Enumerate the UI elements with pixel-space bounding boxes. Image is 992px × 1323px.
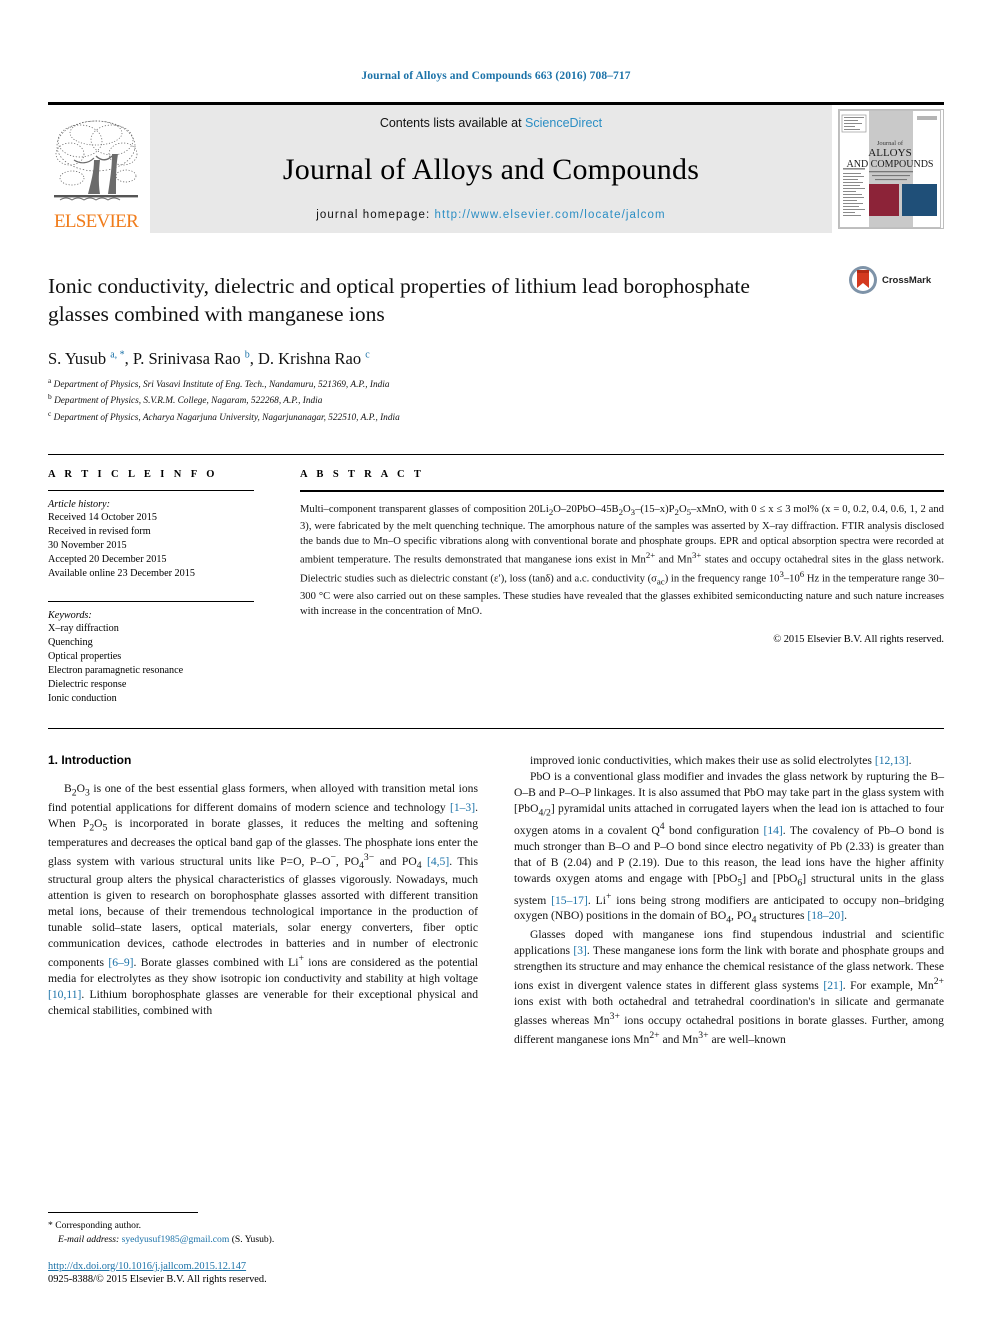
keywords-block: Keywords: X–ray diffraction Quenching Op… <box>48 600 254 706</box>
keyword-item: X–ray diffraction <box>48 622 119 634</box>
title-block: Ionic conductivity, dielectric and optic… <box>48 266 944 426</box>
info-divider <box>48 489 254 491</box>
elsevier-logo: ELSEVIER <box>48 105 144 233</box>
contents-prefix: Contents lists available at <box>379 116 526 130</box>
crossmark-badge[interactable]: CrossMark <box>848 265 944 295</box>
paragraph: B2O3 is one of the best essential glass … <box>48 782 479 1017</box>
affiliation-text: Department of Physics, Acharya Nagarjuna… <box>53 413 400 424</box>
keyword-item: Quenching <box>48 637 93 649</box>
affiliation-text: Department of Physics, S.V.R.M. College,… <box>54 396 323 407</box>
article-info-column: A R T I C L E I N F O Article history: R… <box>48 469 254 707</box>
article-info-heading: A R T I C L E I N F O <box>48 468 218 480</box>
running-head: Journal of Alloys and Compounds 663 (201… <box>361 70 631 82</box>
abstract-column: A B S T R A C T Multi–component transpar… <box>254 469 944 707</box>
crossmark-label: CrossMark <box>882 274 932 286</box>
article-history-label: Article history: <box>48 498 110 510</box>
author-list: S. Yusub a, *, P. Srinivasa Rao b, D. Kr… <box>48 348 370 368</box>
svg-text:ALLOYS: ALLOYS <box>868 147 911 159</box>
history-item: Received in revised form <box>48 525 151 537</box>
homepage-link[interactable]: http://www.elsevier.com/locate/jalcom <box>435 209 666 221</box>
crossmark-icon <box>849 266 877 294</box>
abstract-text: Multi–component transparent glasses of c… <box>300 503 945 618</box>
email-line: E-mail address: syedyusuf1985@gmail.com … <box>48 1233 468 1247</box>
keywords-divider <box>48 600 254 602</box>
section-heading-introduction: 1. Introduction <box>48 753 132 768</box>
affiliation-item: b Department of Physics, S.V.R.M. Colleg… <box>48 392 944 409</box>
doi-link[interactable]: http://dx.doi.org/10.1016/j.jallcom.2015… <box>48 1261 468 1272</box>
keyword-item: Electron paramagnetic resonance <box>48 665 184 677</box>
affiliation-text: Department of Physics, Sri Vasavi Instit… <box>53 379 390 390</box>
affiliation-item: c Department of Physics, Acharya Nagarju… <box>48 409 944 426</box>
history-item: Accepted 20 December 2015 <box>48 553 167 565</box>
keyword-item: Ionic conduction <box>48 693 117 705</box>
corresponding-marker: * <box>48 1220 53 1232</box>
body-columns: 1. Introduction B2O3 is one of the best … <box>48 753 944 1047</box>
email-label: E-mail address: <box>58 1234 120 1246</box>
corresponding-author-line: * Corresponding author. <box>48 1219 468 1233</box>
doi-block: http://dx.doi.org/10.1016/j.jallcom.2015… <box>48 1261 468 1285</box>
issn-copyright-line: 0925-8388/© 2015 Elsevier B.V. All right… <box>48 1274 267 1285</box>
keywords-list: X–ray diffraction Quenching Optical prop… <box>48 622 254 706</box>
article-history-list: Received 14 October 2015 Received in rev… <box>48 511 254 581</box>
paragraph: Glasses doped with manganese ions find s… <box>514 928 944 1046</box>
affiliation-list: a Department of Physics, Sri Vasavi Inst… <box>48 376 944 426</box>
cover-art-icon: Journal of ALLOYS AND COMPOUNDS <box>839 110 941 228</box>
abstract-heading: A B S T R A C T <box>300 468 425 480</box>
journal-homepage-line: journal homepage: http://www.elsevier.co… <box>316 209 665 221</box>
email-link[interactable]: syedyusuf1985@gmail.com <box>122 1234 230 1245</box>
masthead-center: Contents lists available at ScienceDirec… <box>150 105 832 233</box>
history-item: Received 14 October 2015 <box>48 511 157 523</box>
homepage-prefix: journal homepage: <box>316 209 435 221</box>
article-title: Ionic conductivity, dielectric and optic… <box>48 274 750 326</box>
page-footnote: * Corresponding author. E-mail address: … <box>48 1212 468 1285</box>
abstract-divider <box>300 489 944 492</box>
info-abstract-section: A R T I C L E I N F O Article history: R… <box>48 453 944 707</box>
affiliation-item: a Department of Physics, Sri Vasavi Inst… <box>48 376 944 393</box>
svg-text:Journal of: Journal of <box>877 140 904 147</box>
contents-lists-line: Contents lists available at ScienceDirec… <box>380 116 602 130</box>
email-suffix: (S. Yusub). <box>231 1234 275 1246</box>
affiliation-marker: b <box>48 392 52 402</box>
affiliation-marker: a <box>48 375 52 385</box>
journal-title: Journal of Alloys and Compounds <box>282 152 700 186</box>
paragraph: PbO is a conventional glass modifier and… <box>514 770 945 926</box>
affiliation-marker: c <box>48 409 52 418</box>
abstract-copyright: © 2015 Elsevier B.V. All rights reserved… <box>773 633 944 645</box>
journal-masthead: ELSEVIER Contents lists available at Sci… <box>48 102 944 233</box>
sciencedirect-link[interactable]: ScienceDirect <box>525 116 602 130</box>
history-item: 30 November 2015 <box>48 539 127 551</box>
article-page: Journal of Alloys and Compounds 663 (201… <box>0 0 992 1323</box>
elsevier-wordmark: ELSEVIER <box>53 211 139 232</box>
paragraph: improved ionic conductivities, which mak… <box>530 754 912 768</box>
corresponding-label: Corresponding author. <box>55 1220 142 1232</box>
footnote-divider <box>48 1212 198 1214</box>
body-divider <box>48 728 944 730</box>
keywords-label: Keywords: <box>48 609 92 621</box>
journal-cover-thumbnail: Journal of ALLOYS AND COMPOUNDS <box>838 109 944 229</box>
keyword-item: Optical properties <box>48 651 122 663</box>
elsevier-tree-icon <box>54 120 138 201</box>
body-column-right: improved ionic conductivities, which mak… <box>514 753 944 1047</box>
keyword-item: Dielectric response <box>48 679 127 691</box>
history-item: Available online 23 December 2015 <box>48 567 195 579</box>
body-column-left: 1. Introduction B2O3 is one of the best … <box>48 753 478 1047</box>
